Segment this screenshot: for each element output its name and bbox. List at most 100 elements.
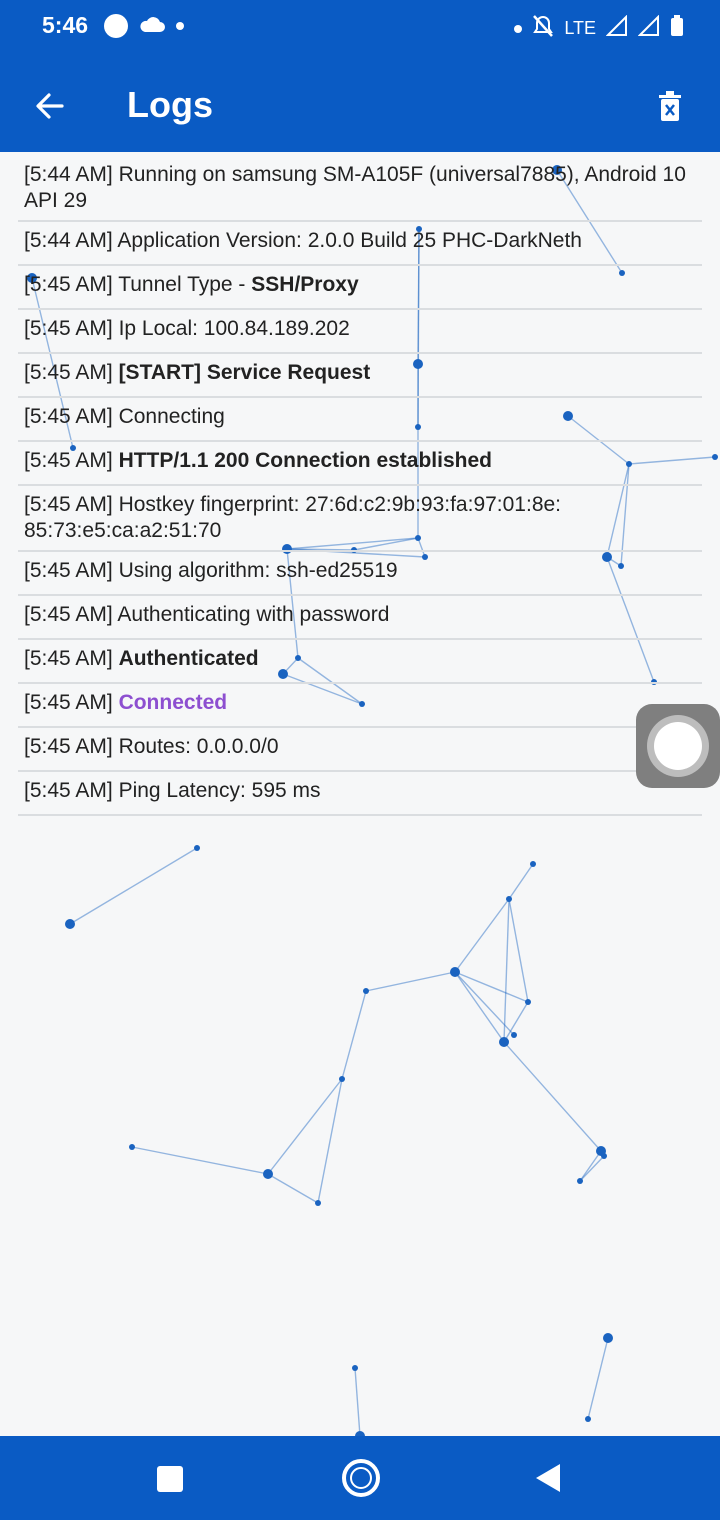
- navigation-bar: [0, 1436, 720, 1520]
- mute-icon: [532, 14, 554, 43]
- notification-dot-icon: [176, 22, 184, 30]
- log-message: [START] Service Request: [118, 361, 371, 384]
- log-message: Using algorithm: ssh-ed25519: [118, 559, 398, 582]
- particle-link: [341, 990, 367, 1080]
- log-message: Connected: [118, 691, 228, 714]
- log-timestamp: [5:45 AM]: [24, 735, 113, 758]
- signal-icon-2: [637, 14, 660, 42]
- log-message: Connecting: [118, 405, 225, 428]
- log-message: Ping Latency: 595 ms: [118, 779, 321, 802]
- particle-link: [579, 1155, 605, 1182]
- particle-node: [601, 1153, 607, 1159]
- log-timestamp: [5:45 AM]: [24, 361, 113, 384]
- particle-node: [511, 1032, 517, 1038]
- log-entry: [5:45 AM] [START] Service Request: [18, 354, 702, 398]
- cloud-icon: [138, 15, 166, 38]
- log-entry: [5:45 AM] Routes: 0.0.0.0/0: [18, 728, 702, 772]
- log-timestamp: [5:45 AM]: [24, 691, 113, 714]
- particle-link: [267, 1078, 343, 1175]
- particle-node: [712, 454, 718, 460]
- log-timestamp: [5:45 AM]: [24, 647, 113, 670]
- log-entry: [5:45 AM] Tunnel Type - SSH/Proxy: [18, 266, 702, 310]
- status-time: 5:46: [42, 12, 89, 38]
- log-timestamp: [5:45 AM]: [24, 779, 113, 802]
- log-timestamp: [5:45 AM]: [24, 559, 113, 582]
- signal-icon: [605, 14, 628, 42]
- home-button[interactable]: [342, 1459, 380, 1497]
- particle-link: [587, 1337, 609, 1420]
- network-type-label: LTE: [564, 18, 596, 38]
- particle-node: [352, 1365, 358, 1371]
- particle-link: [267, 1173, 319, 1204]
- notification-dot-icon-right: [514, 24, 523, 33]
- particle-link: [131, 1146, 269, 1175]
- log-timestamp: [5:45 AM]: [24, 405, 113, 428]
- back-button[interactable]: [28, 84, 72, 128]
- log-timestamp: [5:45 AM]: [24, 273, 113, 296]
- log-entry: [5:44 AM] Running on samsung SM-A105F (u…: [18, 156, 702, 222]
- particle-node: [585, 1416, 591, 1422]
- particle-link: [365, 971, 456, 992]
- trash-icon: [659, 91, 681, 121]
- log-timestamp: [5:44 AM]: [24, 229, 113, 252]
- particle-node: [194, 845, 200, 851]
- arrow-left-icon: [36, 93, 64, 119]
- particle-link: [454, 898, 510, 973]
- particle-node: [525, 999, 531, 1005]
- log-message: Ip Local: 100.84.189.202: [118, 317, 350, 340]
- log-timestamp: [5:45 AM]: [24, 317, 113, 340]
- floating-button-ring-icon: [647, 715, 709, 777]
- log-timestamp: [5:45 AM]: [24, 603, 113, 626]
- clear-logs-button[interactable]: [648, 84, 692, 128]
- log-message: Routes: 0.0.0.0/0: [118, 735, 279, 758]
- particle-link: [579, 1150, 602, 1182]
- log-message: Authenticating with password: [117, 603, 390, 626]
- particle-node: [315, 1200, 321, 1206]
- system-back-button[interactable]: [536, 1464, 560, 1492]
- particle-node: [129, 1144, 135, 1150]
- log-entry: [5:45 AM] Using algorithm: ssh-ed25519: [18, 552, 702, 596]
- log-timestamp: [5:44 AM]: [24, 163, 113, 186]
- particle-link: [317, 1078, 343, 1204]
- particle-node: [263, 1169, 273, 1179]
- particle-node: [450, 967, 460, 977]
- log-entry: [5:45 AM] Authenticated: [18, 640, 702, 684]
- log-message: Application Version: 2.0.0 Build 25 PHC-…: [117, 229, 582, 252]
- log-message: HTTP/1.1 200 Connection established: [118, 449, 492, 472]
- particle-node: [530, 861, 536, 867]
- log-timestamp: [5:45 AM]: [24, 493, 113, 516]
- log-entry: [5:45 AM] Ip Local: 100.84.189.202: [18, 310, 702, 354]
- particle-link: [508, 863, 534, 900]
- log-entry: [5:45 AM] Authenticating with password: [18, 596, 702, 640]
- log-entry: [5:45 AM] Hostkey fingerprint: 27:6d:c2:…: [18, 486, 702, 552]
- particle-node: [577, 1178, 583, 1184]
- status-bar: 5:46 LTE: [0, 0, 720, 58]
- particle-link: [508, 898, 529, 1003]
- log-entry: [5:45 AM] Ping Latency: 595 ms: [18, 772, 702, 816]
- particle-node: [339, 1076, 345, 1082]
- particle-link: [503, 898, 510, 1043]
- log-entry: [5:45 AM] Connected: [18, 684, 702, 728]
- particle-node: [65, 919, 75, 929]
- log-message: Running on samsung SM-A105F (universal78…: [24, 163, 686, 212]
- particle-link: [354, 1367, 361, 1437]
- battery-icon: [670, 15, 684, 42]
- log-entry: [5:45 AM] Connecting: [18, 398, 702, 442]
- page-title: Logs: [127, 84, 213, 125]
- log-timestamp: [5:45 AM]: [24, 449, 113, 472]
- particle-node: [603, 1333, 613, 1343]
- particle-link: [503, 1041, 602, 1152]
- log-message: SSH/Proxy: [251, 273, 359, 296]
- log-list: [5:44 AM] Running on samsung SM-A105F (u…: [18, 156, 702, 816]
- particle-node: [363, 988, 369, 994]
- app-bar: Logs: [0, 58, 720, 152]
- circle-notification-icon: [104, 14, 128, 38]
- recents-button[interactable]: [157, 1466, 183, 1492]
- log-message: Authenticated: [118, 647, 259, 670]
- particle-node: [506, 896, 512, 902]
- log-entry: [5:44 AM] Application Version: 2.0.0 Bui…: [18, 222, 702, 266]
- particle-link: [69, 847, 198, 925]
- particle-node: [499, 1037, 509, 1047]
- log-entry: [5:45 AM] HTTP/1.1 200 Connection establ…: [18, 442, 702, 486]
- floating-overlay-button[interactable]: [636, 704, 720, 788]
